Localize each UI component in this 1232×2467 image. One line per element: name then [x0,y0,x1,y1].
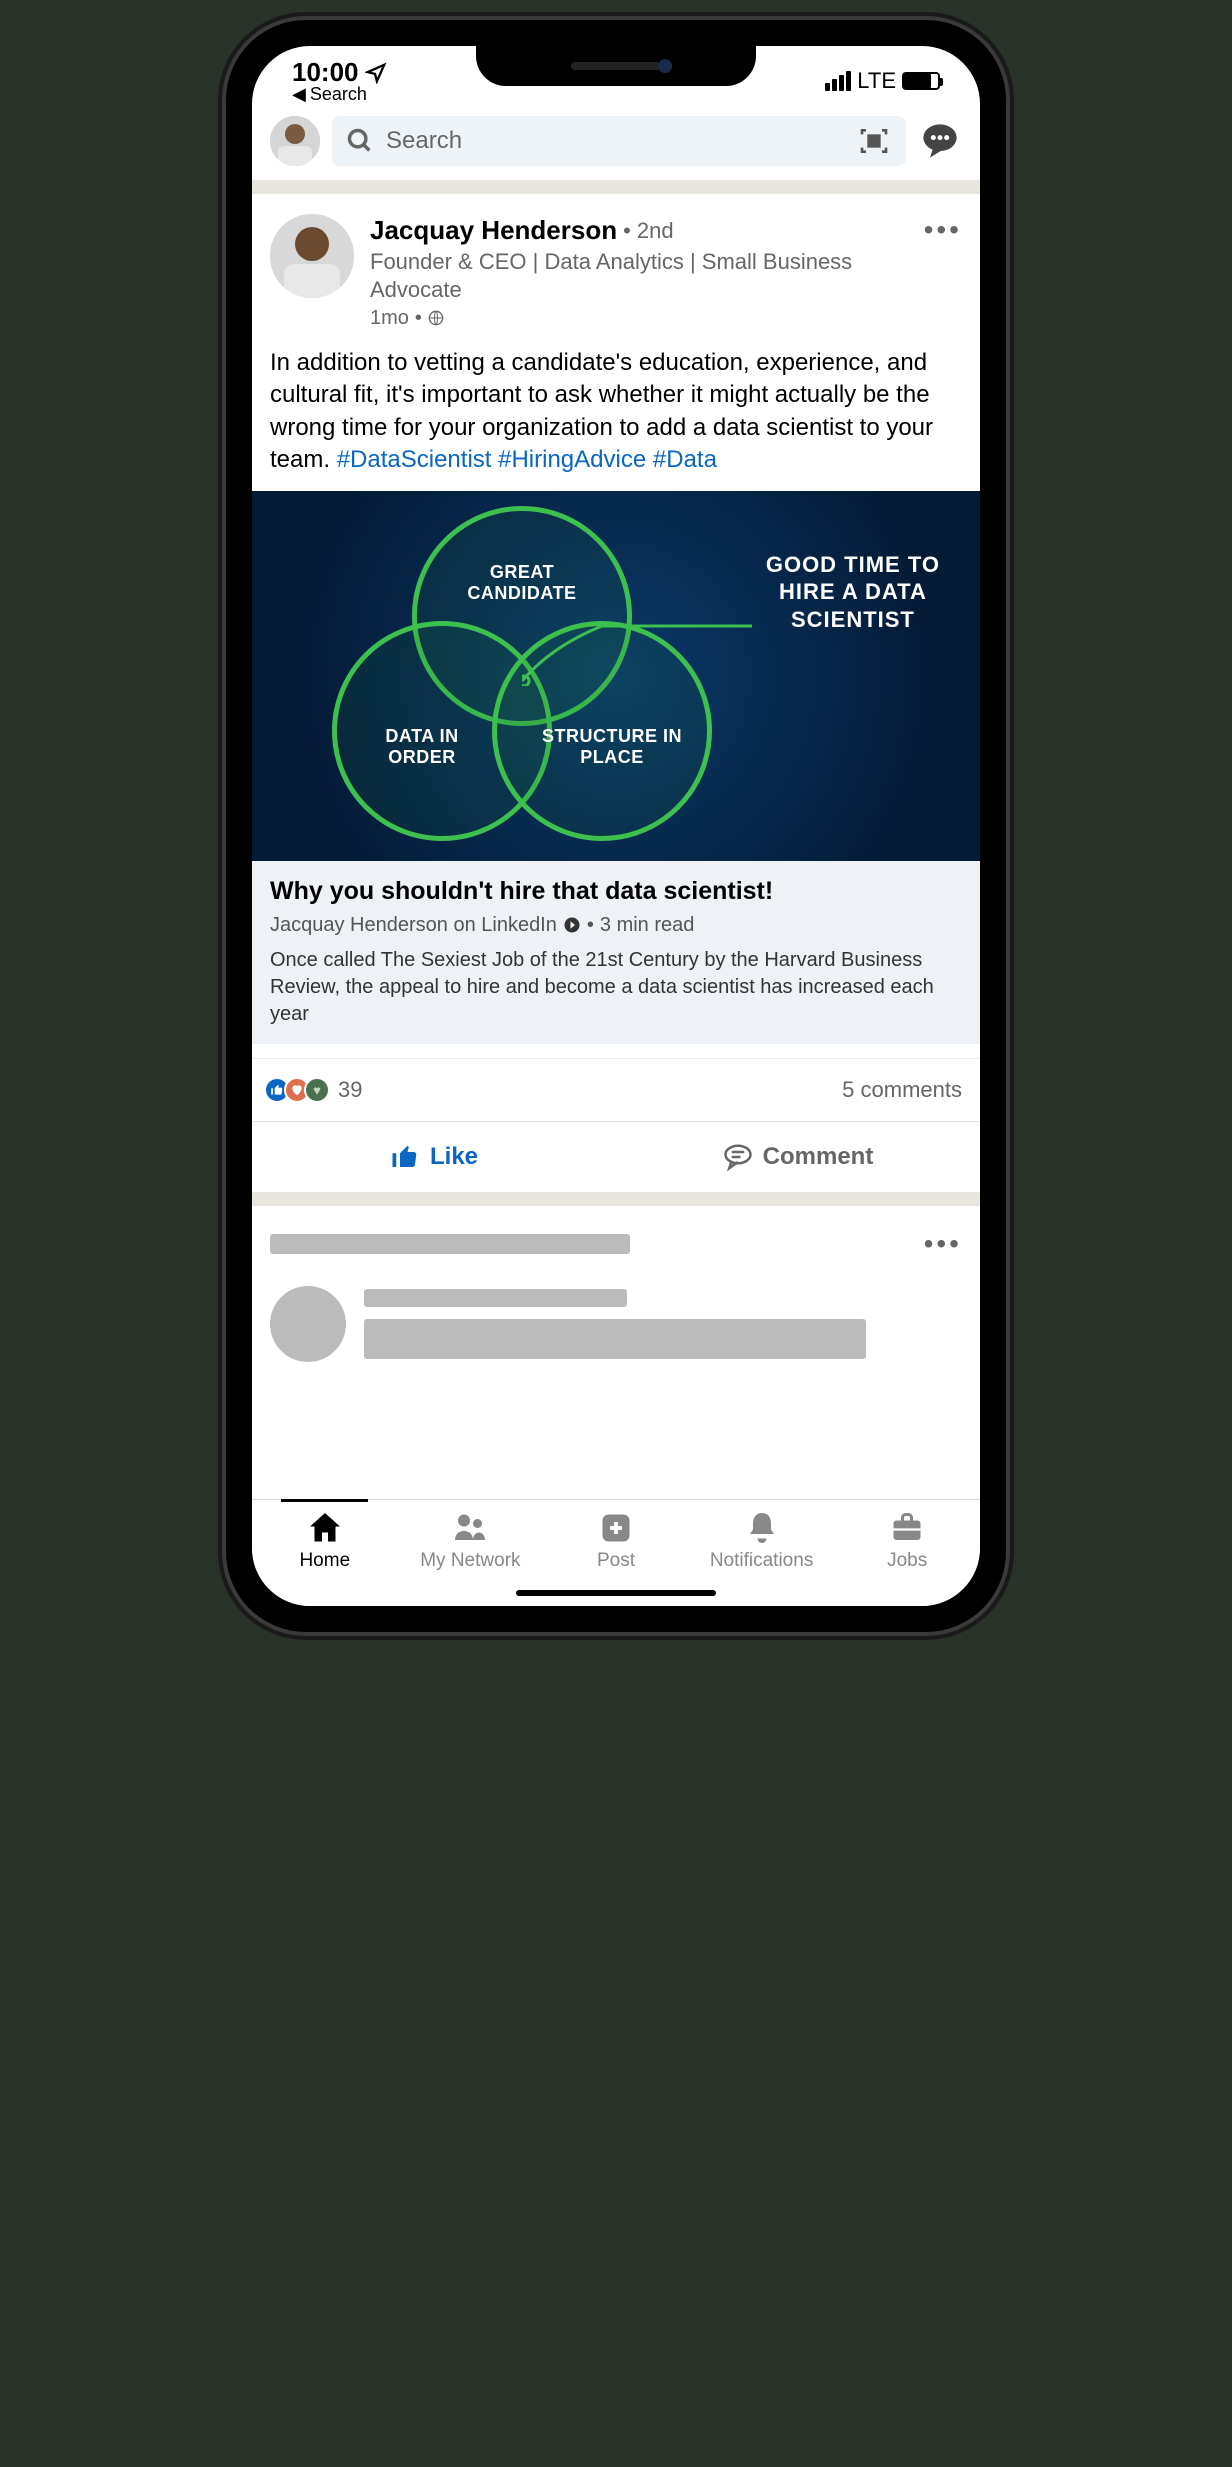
post-more-button[interactable]: ••• [924,1228,962,1260]
signal-bars-icon [825,71,851,91]
nav-post[interactable]: Post [543,1510,689,1572]
nav-label: My Network [420,1550,520,1572]
like-label: Like [430,1143,478,1171]
venn-right-label: STRUCTURE IN PLACE [542,726,682,768]
article-title: Why you shouldn't hire that data scienti… [270,877,962,906]
back-label: Search [310,84,367,105]
post-author-headline: Founder & CEO | Data Analytics | Small B… [370,248,908,305]
connection-degree: • 2nd [623,217,674,246]
post-text: In addition to vetting a candidate's edu… [252,343,980,491]
nav-jobs[interactable]: Jobs [834,1510,980,1572]
hashtag[interactable]: #Data [653,446,717,473]
back-to-search[interactable]: ◀ Search [292,84,367,105]
post-more-button[interactable]: ••• [924,214,962,246]
comment-button[interactable]: Comment [616,1122,980,1192]
globe-icon [428,310,444,326]
feed-post: Jacquay Henderson • 2nd Founder & CEO | … [252,194,980,1192]
comments-count[interactable]: 5 comments [842,1077,962,1103]
comment-label: Comment [763,1143,874,1171]
nav-label: Notifications [710,1550,814,1572]
venn-left-label: DATA IN ORDER [362,726,482,768]
notch [476,46,756,86]
messages-button[interactable] [918,119,962,163]
profile-avatar[interactable] [270,116,320,166]
like-button[interactable]: Like [252,1122,616,1192]
article-description: Once called The Sexiest Job of the 21st … [270,947,962,1028]
phone-inner: 10:00 ◀ Search LTE [246,40,986,1612]
post-actions: Like Comment [252,1121,980,1192]
nav-home[interactable]: Home [252,1510,398,1572]
article-link-card[interactable]: Why you shouldn't hire that data scienti… [252,861,980,1044]
loading-post-skeleton: ••• [252,1206,980,1384]
nav-label: Post [597,1550,635,1572]
post-author-avatar[interactable] [270,214,354,298]
qr-scan-button[interactable] [856,123,892,159]
search-icon [346,127,374,155]
search-input[interactable]: Search [332,116,906,166]
venn-top-label: GREAT CANDIDATE [442,562,602,604]
hashtag[interactable]: #HiringAdvice [498,446,646,473]
plus-square-icon [598,1510,634,1546]
reactions-count: 39 [338,1077,362,1103]
reaction-icons [270,1077,330,1103]
venn-callout: GOOD TIME TO HIRE A DATA SCIENTIST [766,551,940,634]
nav-network[interactable]: My Network [398,1510,544,1572]
callout-line [522,606,762,686]
top-app-bar: Search [252,106,980,180]
nav-notifications[interactable]: Notifications [689,1510,835,1572]
home-icon [307,1510,343,1546]
article-image[interactable]: GREAT CANDIDATE DATA IN ORDER STRUCTURE … [252,491,980,861]
section-divider [252,180,980,194]
bell-icon [744,1510,780,1546]
nav-label: Jobs [887,1550,927,1572]
hashtag[interactable]: #DataScientist [337,446,492,473]
skeleton-avatar [270,1286,346,1362]
nav-label: Home [299,1550,350,1572]
reactions-summary[interactable]: 39 5 comments [252,1058,980,1121]
screen: 10:00 ◀ Search LTE [252,46,980,1606]
network-label: LTE [857,68,896,94]
briefcase-icon [889,1510,925,1546]
skeleton-bar [270,1234,630,1254]
skeleton-bar [364,1289,627,1307]
location-icon [365,62,387,84]
search-placeholder: Search [386,127,462,155]
article-source-row: Jacquay Henderson on LinkedIn • 3 min re… [270,914,962,937]
battery-icon [902,72,940,90]
clap-reaction-icon [304,1077,330,1103]
home-indicator[interactable] [516,1590,716,1596]
back-triangle-icon: ◀ [292,84,306,105]
post-author-name[interactable]: Jacquay Henderson [370,214,617,248]
verified-icon [563,916,581,934]
people-icon [452,1510,488,1546]
skeleton-bar [364,1319,866,1359]
section-divider [252,1192,980,1206]
phone-frame: 10:00 ◀ Search LTE [226,20,1006,1632]
post-timestamp: 1mo • [370,305,908,331]
